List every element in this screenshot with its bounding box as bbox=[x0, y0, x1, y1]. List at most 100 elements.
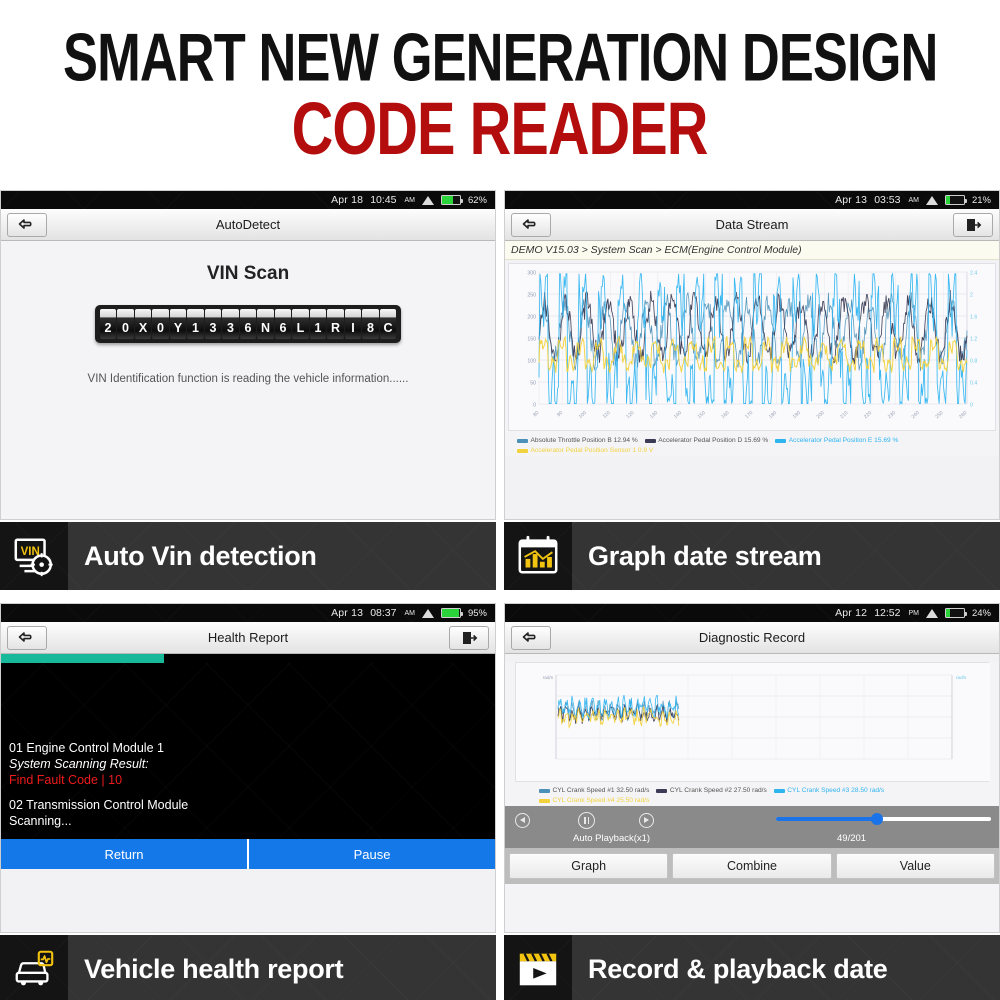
panel-grid: Apr 18 10:45 AM 62% AutoDetect VIN Scan … bbox=[0, 190, 1000, 1000]
svg-text:rad/s: rad/s bbox=[543, 675, 554, 680]
legend-swatch bbox=[775, 438, 787, 443]
exit-button[interactable] bbox=[449, 625, 489, 650]
chart-svg: 05010015020025030000.40.81.21.622.480 90 1… bbox=[509, 264, 995, 430]
playback-slider[interactable] bbox=[776, 813, 991, 825]
legend-label: Accelerator Pedal Position E 15.69 % bbox=[788, 437, 899, 444]
panel-auto-vin-detection: Apr 18 10:45 AM 62% AutoDetect VIN Scan … bbox=[0, 190, 496, 591]
legend-swatch bbox=[517, 448, 528, 453]
scan-progress-fill bbox=[1, 654, 165, 663]
title-bar: Health Report bbox=[1, 622, 495, 654]
legend-item: Accelerator Pedal Position D 15.69 % bbox=[644, 437, 768, 444]
hatch-overlay bbox=[1, 191, 495, 209]
value-button[interactable]: Value bbox=[835, 853, 995, 879]
chart-plot-area: rad/s rad/s bbox=[515, 662, 990, 782]
chart-legend: CYL Crank Speed #1 32.50 rad/s CYL Crank … bbox=[505, 782, 999, 806]
legend-label: CYL Crank Speed #1 32.50 rad/s bbox=[552, 787, 650, 794]
pause-button[interactable]: Pause bbox=[247, 839, 495, 869]
vin-scan-heading: VIN Scan bbox=[206, 263, 290, 284]
legend-label: Accelerator Pedal Position Sensor 1 0.9 … bbox=[530, 447, 654, 454]
status-date: Apr 18 bbox=[331, 194, 364, 206]
svg-text:2.4: 2.4 bbox=[970, 270, 977, 276]
svg-text:0.4: 0.4 bbox=[970, 380, 977, 386]
action-button-row: Return Pause bbox=[1, 839, 495, 869]
exit-button[interactable] bbox=[953, 212, 993, 237]
device-screen-diagnosticrecord: Apr 12 12:52 PM 24% Diagnostic Record ra… bbox=[504, 603, 1000, 933]
vin-character: 1 bbox=[309, 309, 327, 339]
back-button[interactable] bbox=[7, 212, 47, 237]
caption-text: Auto Vin detection bbox=[84, 540, 317, 571]
playback-slider-knob[interactable] bbox=[871, 813, 884, 825]
battery-icon bbox=[944, 195, 967, 205]
vin-character: C bbox=[379, 309, 397, 339]
caption-bar-record-playback: Record & playback date bbox=[504, 935, 1000, 1000]
status-time: 10:45 bbox=[370, 194, 397, 206]
svg-text:rad/s: rad/s bbox=[956, 675, 967, 680]
autodetect-body: VIN Scan 20X0Y1336N6L1RI8C VIN Identific… bbox=[1, 241, 495, 519]
status-date: Apr 12 bbox=[835, 607, 868, 619]
vin-character: 3 bbox=[222, 309, 239, 339]
data-stream-chart: 0 50 100 150 200 250 300 0 0.4 0.8 1.2 1.6 2 2.4 80 90 1… bbox=[505, 263, 999, 456]
pause-icon[interactable] bbox=[578, 811, 595, 829]
bar-chart-calendar-icon bbox=[504, 522, 572, 590]
vin-character: 2 bbox=[99, 309, 117, 339]
title-bar: Diagnostic Record bbox=[505, 622, 999, 654]
clapperboard-play-icon bbox=[504, 935, 572, 1000]
exit-door-icon bbox=[463, 631, 478, 644]
legend-label: CYL Crank Speed #3 28.50 rad/s bbox=[787, 787, 885, 794]
back-arrow-icon bbox=[18, 218, 32, 229]
status-bar: Apr 18 10:45 AM 62% bbox=[1, 191, 495, 209]
caption-text: Record & playback date bbox=[588, 953, 888, 984]
transport-labels: Auto Playback(x1) 49/201 bbox=[505, 833, 999, 848]
svg-text:0: 0 bbox=[970, 402, 973, 408]
back-button[interactable] bbox=[7, 625, 47, 650]
legend-swatch bbox=[539, 798, 550, 803]
hero-subheadline: CODE READER bbox=[292, 87, 709, 171]
chart-legend: Absolute Throttle Position B 12.94 % Acce… bbox=[505, 434, 999, 456]
vin-character: N bbox=[257, 309, 274, 339]
caption-bar-health-report: Vehicle health report bbox=[0, 935, 496, 1000]
svg-text:1.2: 1.2 bbox=[970, 336, 977, 342]
legend-item: CYL Crank Speed #1 32.50 rad/s bbox=[539, 787, 649, 794]
graph-button[interactable]: Graph bbox=[509, 853, 669, 879]
skip-forward-icon[interactable] bbox=[639, 812, 654, 828]
legend-item: Absolute Throttle Position B 12.94 % bbox=[517, 437, 638, 444]
vin-character: I bbox=[344, 309, 362, 339]
caption-bar-data-stream: Graph date stream bbox=[504, 522, 1000, 590]
svg-text:200: 200 bbox=[527, 314, 536, 320]
vin-character: 0 bbox=[152, 309, 169, 339]
panel-graph-data-stream: Apr 13 03:53 AM 21% Data Stream DEMO V15… bbox=[504, 190, 1000, 591]
diagnostic-record-body: rad/s rad/s CYL Crank Speed #1 32.50 rad/… bbox=[505, 662, 999, 932]
legend-swatch bbox=[517, 438, 528, 443]
vin-character: R bbox=[327, 309, 344, 339]
battery-icon bbox=[440, 195, 463, 205]
wifi-icon bbox=[925, 608, 938, 618]
vin-character: 6 bbox=[274, 309, 292, 339]
legend-swatch bbox=[773, 788, 785, 793]
back-arrow-icon bbox=[522, 631, 536, 642]
return-button[interactable]: Return bbox=[1, 839, 247, 869]
scan-result-line: Find Fault Code | 10 bbox=[9, 773, 123, 787]
wifi-icon bbox=[925, 195, 938, 205]
legend-label: Absolute Throttle Position B 12.94 % bbox=[530, 437, 638, 444]
breadcrumb: DEMO V15.03 > System Scan > ECM(Engine C… bbox=[505, 241, 999, 260]
legend-swatch bbox=[644, 438, 656, 443]
back-button[interactable] bbox=[511, 625, 551, 650]
back-button[interactable] bbox=[511, 212, 551, 237]
panel-record-playback: Apr 12 12:52 PM 24% Diagnostic Record ra… bbox=[504, 603, 1000, 1000]
combine-button[interactable]: Combine bbox=[672, 853, 832, 879]
legend-item: Accelerator Pedal Position E 15.69 % bbox=[775, 437, 898, 444]
page-title: Health Report bbox=[207, 630, 289, 645]
page-title: Data Stream bbox=[715, 217, 789, 232]
wifi-icon bbox=[421, 608, 434, 618]
caption-text: Graph date stream bbox=[588, 540, 822, 571]
back-arrow-icon bbox=[522, 218, 536, 229]
status-ampm: AM bbox=[404, 196, 415, 204]
battery-percent: 21% bbox=[971, 194, 991, 206]
scan-result-line: System Scanning Result: bbox=[9, 757, 149, 771]
svg-text:50: 50 bbox=[530, 380, 536, 386]
wifi-icon bbox=[421, 195, 434, 205]
scan-result-line: Scanning... bbox=[9, 814, 72, 828]
legend-item: CYL Crank Speed #2 27.50 rad/s bbox=[656, 787, 767, 794]
legend-swatch bbox=[656, 788, 668, 793]
skip-back-icon[interactable] bbox=[515, 812, 530, 828]
